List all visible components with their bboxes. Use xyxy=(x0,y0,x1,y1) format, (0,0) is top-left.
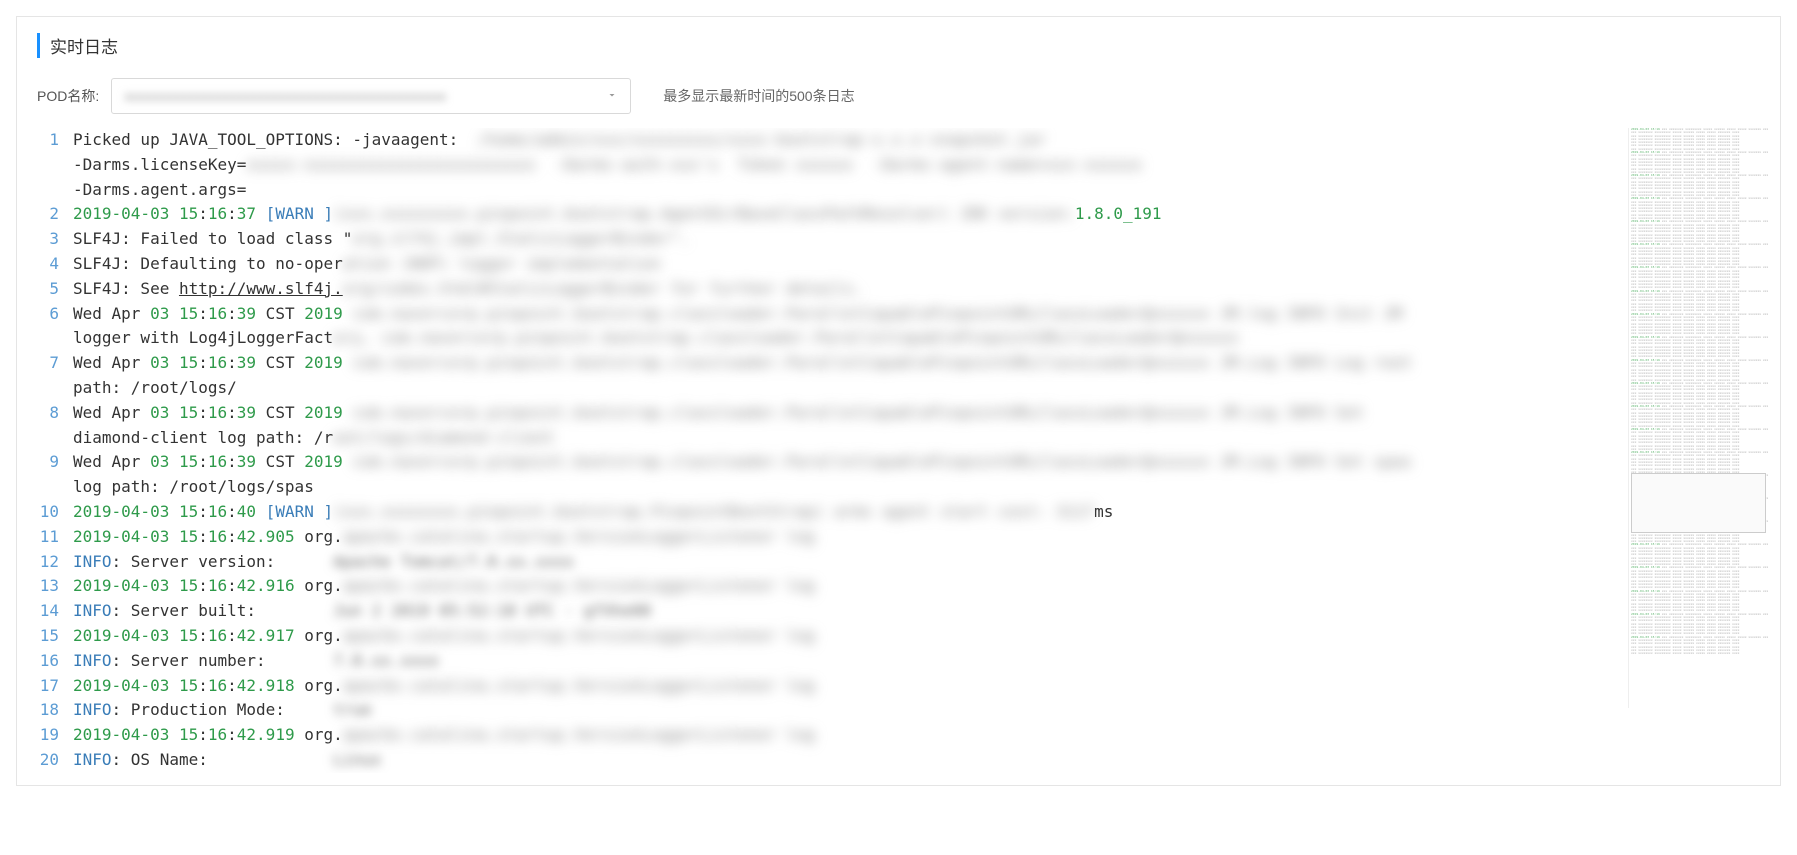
log-line: 152019-04-03 15:16:42.917 org.apache.cat… xyxy=(37,624,1614,649)
log-text: Wed Apr 03 15:16:39 CST 2019 com.naverco… xyxy=(73,401,1364,426)
log-text: INFO: Server version: Apache Tomcat/7.0.… xyxy=(73,550,574,575)
log-line: 6Wed Apr 03 15:16:39 CST 2019 com.naverc… xyxy=(37,302,1614,327)
log-text: SLF4J: Failed to load class "org.slf4j.i… xyxy=(73,227,690,252)
log-text: 2019-04-03 15:16:42.905 org.apache.catal… xyxy=(73,525,815,550)
log-line: 102019-04-03 15:16:40 [WARN ](xxx.xxxxxx… xyxy=(37,500,1614,525)
log-line: 12INFO: Server version: Apache Tomcat/7.… xyxy=(37,550,1614,575)
log-line-wrap: -Darms.licenseKey=xxxxx-xxxxxxxxxxxxxxxx… xyxy=(37,153,1614,178)
log-text: 2019-04-03 15:16:42.918 org.apache.catal… xyxy=(73,674,815,699)
line-number: 4 xyxy=(37,252,73,277)
log-text: INFO: Production Mode: true xyxy=(73,698,372,723)
log-line: 7Wed Apr 03 15:16:39 CST 2019 com.naverc… xyxy=(37,351,1614,376)
control-row: POD名称: xxxxxxxxxxxxxxxxxxxxxxxxxxxxxxxxx… xyxy=(17,70,1780,128)
line-number: 15 xyxy=(37,624,73,649)
line-number: 1 xyxy=(37,128,73,153)
line-number: 6 xyxy=(37,302,73,327)
log-line: 8Wed Apr 03 15:16:39 CST 2019 com.naverc… xyxy=(37,401,1614,426)
log-line: 1Picked up JAVA_TOOL_OPTIONS: -javaagent… xyxy=(37,128,1614,153)
line-number: 17 xyxy=(37,674,73,699)
pod-name-select[interactable]: xxxxxxxxxxxxxxxxxxxxxxxxxxxxxxxxxxxxxxxx… xyxy=(111,78,631,114)
log-line: 22019-04-03 15:16:37 [WARN ](xxx.xxxxxxx… xyxy=(37,202,1614,227)
pod-name-label: POD名称: xyxy=(37,86,99,106)
log-line: 4SLF4J: Defaulting to no-operation (NOP)… xyxy=(37,252,1614,277)
log-text: Picked up JAVA_TOOL_OPTIONS: -javaagent:… xyxy=(73,128,1046,153)
realtime-log-panel: 实时日志 POD名称: xxxxxxxxxxxxxxxxxxxxxxxxxxxx… xyxy=(16,16,1781,786)
log-line: 9Wed Apr 03 15:16:39 CST 2019 com.naverc… xyxy=(37,450,1614,475)
line-number: 8 xyxy=(37,401,73,426)
log-minimap[interactable]: 2019-04-03 15:16 xxx xxxxxxxx xxxxxxxxx … xyxy=(1628,128,1768,708)
panel-header: 实时日志 xyxy=(17,17,1780,70)
line-number: 2 xyxy=(37,202,73,227)
log-text: Wed Apr 03 15:16:39 CST 2019 com.naverco… xyxy=(73,302,1402,327)
line-number: 7 xyxy=(37,351,73,376)
chevron-down-icon xyxy=(606,88,618,104)
log-content[interactable]: 1Picked up JAVA_TOOL_OPTIONS: -javaagent… xyxy=(37,128,1614,773)
line-number: 20 xyxy=(37,748,73,773)
log-line: 3SLF4J: Failed to load class "org.slf4j.… xyxy=(37,227,1614,252)
line-number: 16 xyxy=(37,649,73,674)
log-line-wrap: log path: /root/logs/spas xyxy=(37,475,1614,500)
line-number: 9 xyxy=(37,450,73,475)
panel-title: 实时日志 xyxy=(37,33,1760,58)
log-text: SLF4J: See http://www.slf4j.org/codes.ht… xyxy=(73,277,863,302)
log-line: 172019-04-03 15:16:42.918 org.apache.cat… xyxy=(37,674,1614,699)
log-text: Wed Apr 03 15:16:39 CST 2019 com.naverco… xyxy=(73,351,1412,376)
max-logs-hint: 最多显示最新时间的500条日志 xyxy=(663,86,854,106)
line-number: 13 xyxy=(37,574,73,599)
log-line-wrap: -Darms.agent.args= xyxy=(37,178,1614,203)
line-number: 3 xyxy=(37,227,73,252)
log-area: 1Picked up JAVA_TOOL_OPTIONS: -javaagent… xyxy=(17,128,1780,773)
log-line-wrap: diamond-client log path: /root/logs/diam… xyxy=(37,426,1614,451)
line-number: 19 xyxy=(37,723,73,748)
log-text: 2019-04-03 15:16:37 [WARN ](xxx.xxxxxxxx… xyxy=(73,202,1162,227)
log-text: INFO: OS Name: Linux xyxy=(73,748,381,773)
log-text: SLF4J: Defaulting to no-operation (NOP) … xyxy=(73,252,661,277)
log-text: INFO: Server built: Jun 2 2019 05:52:18 … xyxy=(73,599,651,624)
log-text: 2019-04-03 15:16:40 [WARN ](xxx.xxxxxxxx… xyxy=(73,500,1113,525)
log-line-wrap: logger with Log4jLoggerFactory, com.nave… xyxy=(37,326,1614,351)
log-text: INFO: Server number: 7.0.xx.xxxx xyxy=(73,649,439,674)
log-text: Wed Apr 03 15:16:39 CST 2019 com.naverco… xyxy=(73,450,1412,475)
log-line: 112019-04-03 15:16:42.905 org.apache.cat… xyxy=(37,525,1614,550)
log-line: 5SLF4J: See http://www.slf4j.org/codes.h… xyxy=(37,277,1614,302)
minimap-highlight-block xyxy=(1631,473,1766,533)
log-line-wrap: path: /root/logs/ xyxy=(37,376,1614,401)
line-number: 18 xyxy=(37,698,73,723)
line-number: 10 xyxy=(37,500,73,525)
log-text: 2019-04-03 15:16:42.917 org.apache.catal… xyxy=(73,624,815,649)
log-line: 14INFO: Server built: Jun 2 2019 05:52:1… xyxy=(37,599,1614,624)
line-number: 12 xyxy=(37,550,73,575)
log-text: 2019-04-03 15:16:42.916 org.apache.catal… xyxy=(73,574,815,599)
log-line: 132019-04-03 15:16:42.916 org.apache.cat… xyxy=(37,574,1614,599)
line-number: 14 xyxy=(37,599,73,624)
log-line: 192019-04-03 15:16:42.919 org.apache.cat… xyxy=(37,723,1614,748)
line-number: 11 xyxy=(37,525,73,550)
log-text: 2019-04-03 15:16:42.919 org.apache.catal… xyxy=(73,723,815,748)
log-line: 20INFO: OS Name: Linux xyxy=(37,748,1614,773)
line-number: 5 xyxy=(37,277,73,302)
log-line: 16INFO: Server number: 7.0.xx.xxxx xyxy=(37,649,1614,674)
pod-select-value: xxxxxxxxxxxxxxxxxxxxxxxxxxxxxxxxxxxxxxxx… xyxy=(124,88,598,104)
log-line: 18INFO: Production Mode: true xyxy=(37,698,1614,723)
